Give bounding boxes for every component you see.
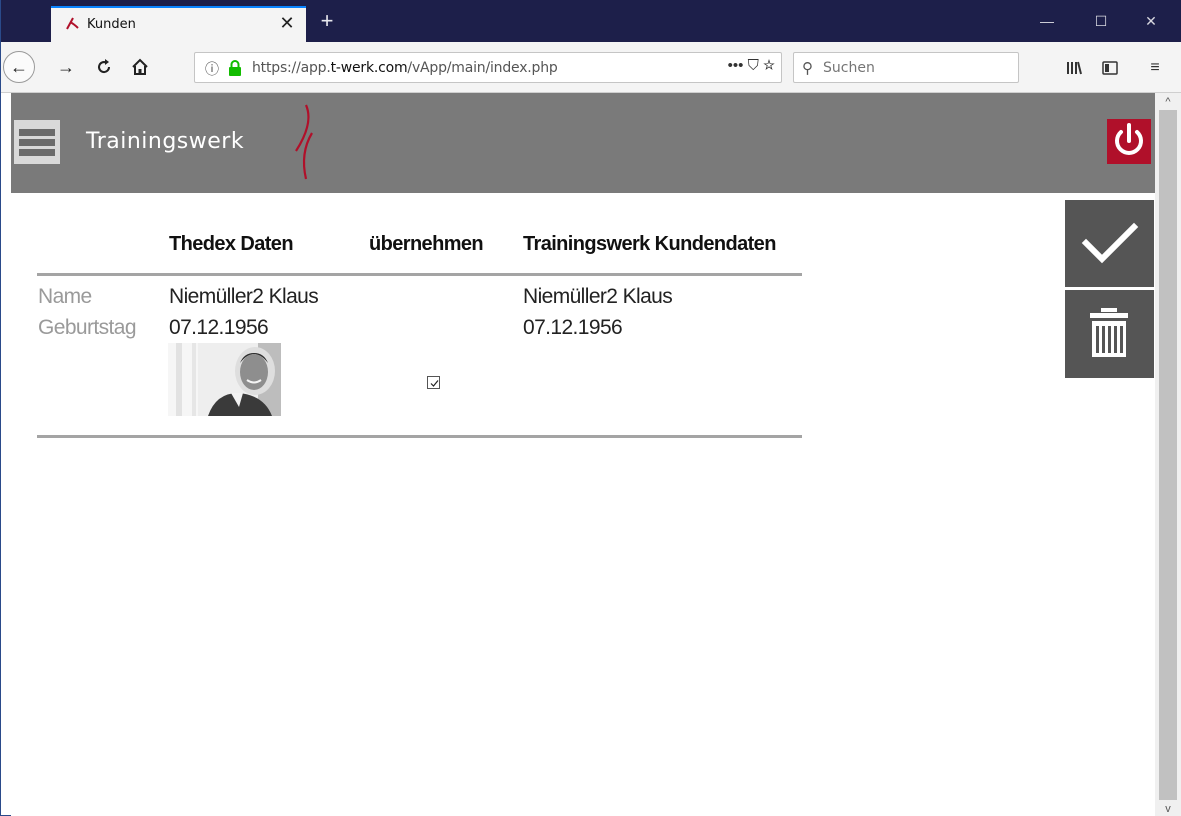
main-content: Thedex Daten übernehmen Trainingswerk Ku… (11, 193, 1155, 816)
forward-icon[interactable]: → (51, 52, 81, 82)
menu-icon[interactable] (14, 120, 60, 164)
scroll-down-icon[interactable]: v (1159, 802, 1177, 816)
scroll-up-icon[interactable]: ^ (1159, 95, 1177, 109)
search-bar[interactable]: ⚲ (793, 52, 1019, 83)
thedex-name: Niemüller2 Klaus (169, 285, 319, 308)
navigation-bar: ← → ⓘ https://app.t-werk.com/vApp/main/i… (1, 42, 1181, 93)
trash-icon (1090, 308, 1128, 357)
label-name: Name (38, 285, 92, 308)
trainingswerk-birthday: 07.12.1956 (523, 316, 623, 339)
tab-close-icon[interactable]: ✕ (277, 13, 297, 33)
hamburger-menu-icon[interactable]: ≡ (1142, 55, 1168, 81)
back-icon[interactable]: ← (3, 51, 35, 83)
thedex-birthday: 07.12.1956 (169, 316, 269, 339)
home-icon[interactable] (125, 52, 155, 82)
url-text[interactable]: https://app.t-werk.com/vApp/main/index.p… (252, 60, 558, 76)
power-icon (1115, 123, 1143, 155)
page-actions-icon[interactable]: ••• ⛉ ☆ (728, 57, 775, 74)
uebernehmen-photo-checkbox[interactable] (427, 376, 440, 389)
tab-strip: Kunden ✕ + — ☐ ✕ (1, 0, 1181, 42)
header-trainingswerk: Trainingswerk Kundendaten (523, 233, 776, 255)
maximize-icon[interactable]: ☐ (1081, 10, 1121, 34)
trainingswerk-favicon-icon (66, 17, 79, 30)
search-icon: ⚲ (802, 60, 813, 77)
tab-kunden[interactable]: Kunden ✕ (51, 6, 306, 42)
tab-title: Kunden (87, 17, 136, 32)
confirm-button[interactable] (1065, 200, 1154, 287)
trainingswerk-logo: Trainingswerk (86, 103, 336, 183)
header-thedex: Thedex Daten (169, 233, 294, 255)
lock-icon (229, 60, 241, 76)
label-geburtstag: Geburtstag (38, 316, 137, 339)
delete-button[interactable] (1065, 290, 1154, 378)
library-icon[interactable] (1061, 55, 1087, 81)
close-window-icon[interactable]: ✕ (1131, 10, 1171, 34)
power-button[interactable] (1107, 119, 1151, 164)
brand-name: Trainingswerk (86, 129, 245, 154)
table-bottom-divider (37, 435, 802, 438)
checkmark-icon (430, 380, 439, 387)
search-input[interactable] (823, 53, 1013, 82)
info-icon[interactable]: ⓘ (205, 59, 219, 79)
sidebar-icon[interactable] (1097, 55, 1123, 81)
scrollbar-thumb[interactable] (1159, 110, 1177, 800)
app-header: Trainingswerk (11, 93, 1155, 193)
check-icon (1081, 222, 1139, 264)
new-tab-button[interactable]: + (313, 8, 341, 36)
reload-icon[interactable] (89, 52, 119, 82)
trainingswerk-name: Niemüller2 Klaus (523, 285, 673, 308)
browser-window: Kunden ✕ + — ☐ ✕ ← → ⓘ https://app.t-wer… (0, 0, 1181, 816)
minimize-icon[interactable]: — (1027, 10, 1067, 34)
url-bar[interactable]: ⓘ https://app.t-werk.com/vApp/main/index… (194, 52, 782, 83)
header-uebernehmen: übernehmen (369, 233, 484, 255)
customer-photo (168, 343, 281, 416)
logo-swoosh-icon (295, 104, 313, 180)
table-top-divider (37, 273, 802, 276)
